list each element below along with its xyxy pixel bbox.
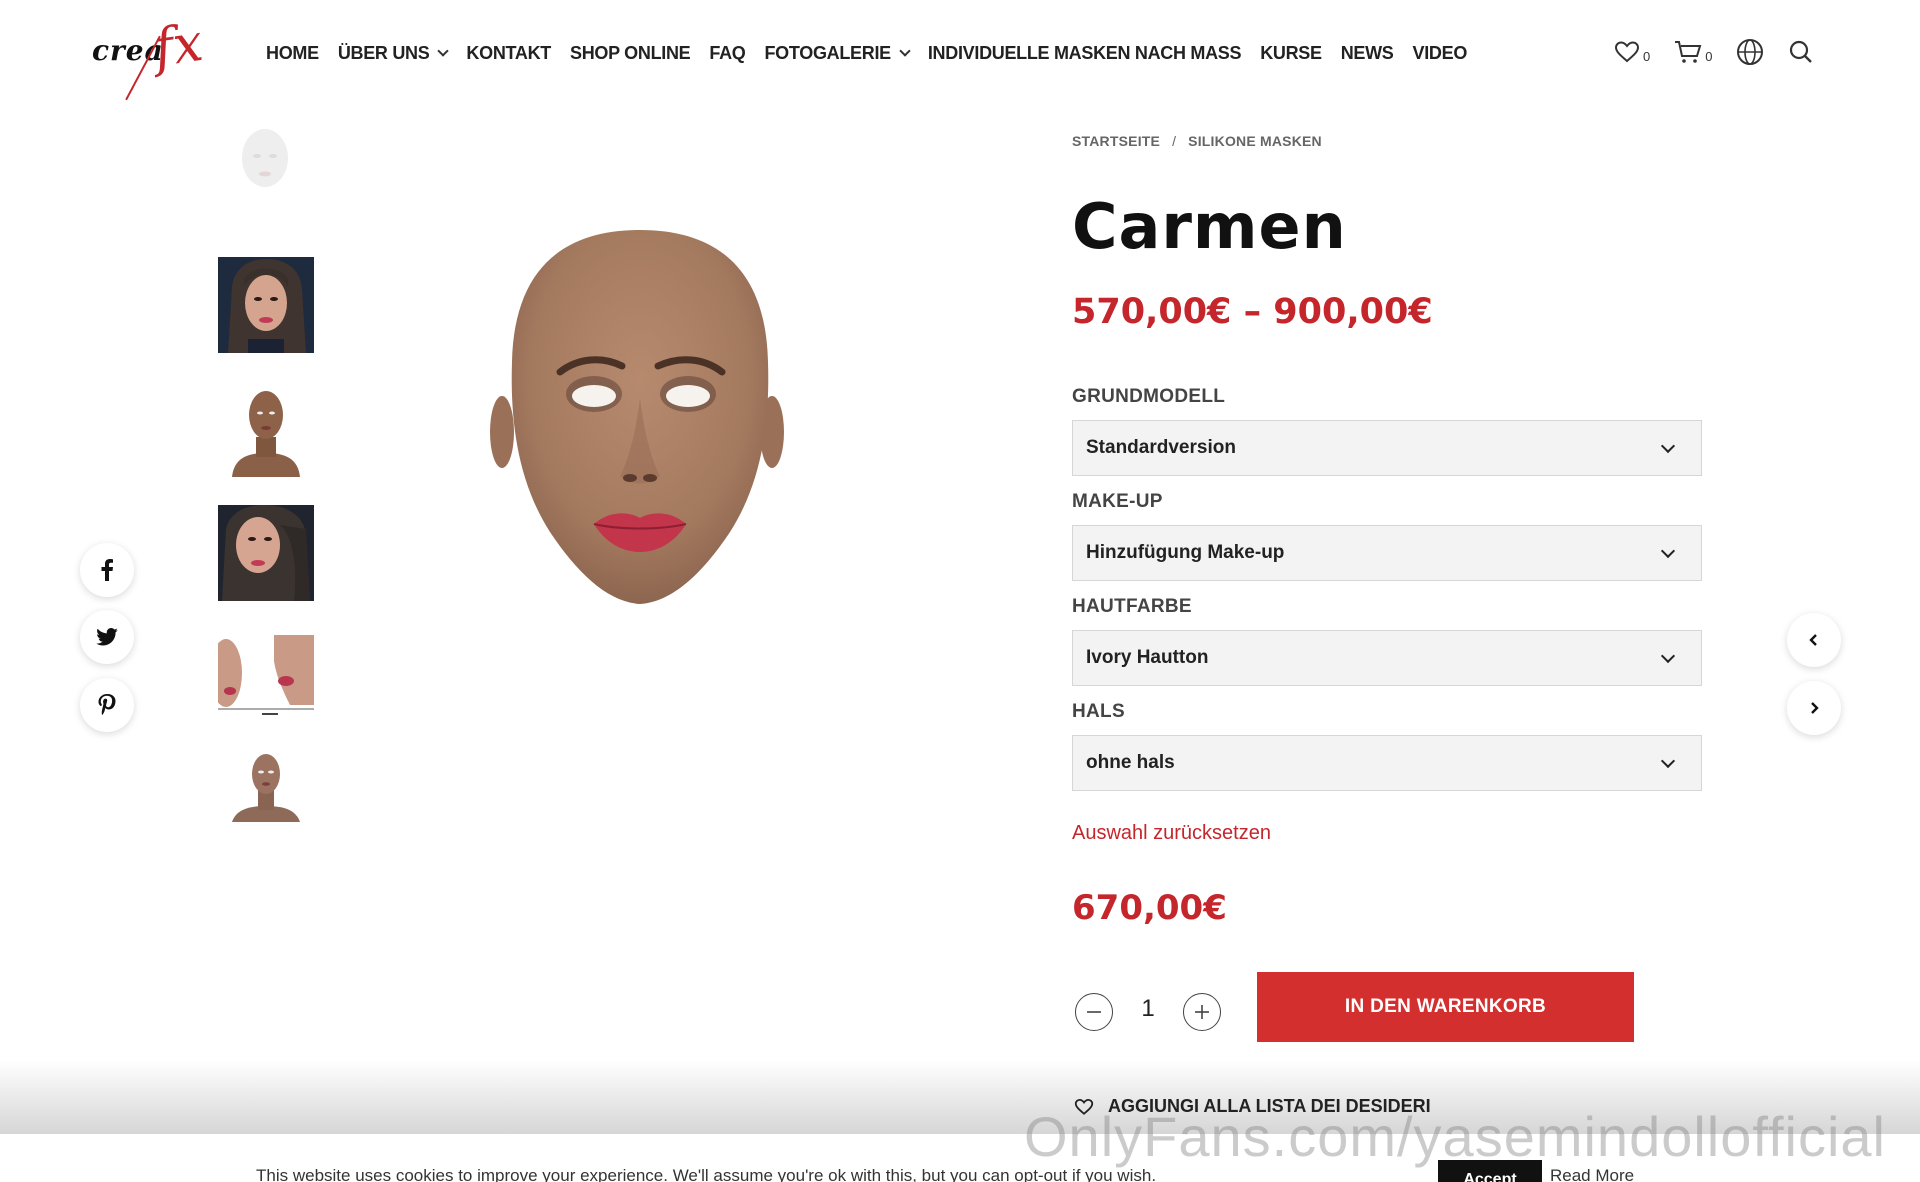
facebook-icon [101,559,113,581]
quantity-decrease-button[interactable] [1075,993,1113,1031]
nav-kontakt[interactable]: KONTAKT [466,43,551,64]
breadcrumb-separator: / [1172,133,1177,149]
logo-fx: fx [150,12,207,80]
wishlist-link[interactable]: 0 [1614,40,1650,64]
chevron-down-icon [1660,648,1676,664]
select-make-up-value: Hinzufügung Make-up [1086,542,1285,563]
nav-fotogalerie-label: FOTOGALERIE [764,43,891,63]
select-grundmodell-value: Standardversion [1086,437,1236,458]
nav-kontakt-label: KONTAKT [466,43,551,63]
thumbnail-mask-small-bust[interactable] [218,750,314,846]
variation-label-make-up: MAKE-UP [1072,491,1163,512]
heart-icon [1614,41,1640,63]
nav-fotogalerie[interactable]: FOTOGALERIE [764,43,911,64]
nav-kurse-label: KURSE [1260,43,1322,63]
thumbnail-mask-detail-sheet[interactable] [218,635,314,731]
previous-product-button[interactable] [1787,613,1841,667]
wishlist-count: 0 [1643,49,1651,64]
nav-shop-online-label: SHOP ONLINE [569,43,691,63]
variation-price: 670,00€ [1072,888,1227,928]
cart-count: 0 [1705,49,1713,64]
search-button[interactable] [1788,39,1814,65]
breadcrumb-category[interactable]: SILIKONE MASKEN [1188,133,1322,149]
share-twitter[interactable] [80,610,134,664]
chevron-right-icon [1811,702,1819,714]
select-hals[interactable]: ohne hals [1072,735,1702,791]
nav-home-label: HOME [266,43,319,63]
cart-icon [1675,41,1702,63]
cart-link[interactable]: 0 [1674,40,1712,64]
breadcrumb: STARTSEITE / SILIKONE MASKEN [1072,133,1322,149]
nav-shop-online[interactable]: SHOP ONLINE [569,43,691,64]
nav-news[interactable]: NEWS [1341,43,1394,64]
variation-label-grundmodell: GRUNDMODELL [1072,386,1226,407]
price-range: 570,00€ – 900,00€ [1072,292,1433,332]
cookie-text: This website uses cookies to improve you… [256,1166,1157,1182]
chevron-down-icon [1660,543,1676,559]
share-pinterest[interactable] [80,678,134,732]
thumbnail-mask-bust[interactable] [218,381,314,477]
plus-icon [1195,1005,1209,1019]
select-make-up[interactable]: Hinzufügung Make-up [1072,525,1702,581]
chevron-left-icon [1809,634,1817,646]
chevron-down-icon [437,45,450,57]
select-hautfarbe[interactable]: Ivory Hautton [1072,630,1702,686]
nav-faq[interactable]: FAQ [709,43,745,64]
select-hautfarbe-value: Ivory Hautton [1086,647,1209,668]
variation-label-hautfarbe: HAUTFARBE [1072,596,1192,617]
site-logo[interactable]: crea fx [92,12,222,101]
language-switcher[interactable] [1736,38,1764,66]
thumbnail-woman-wig-front[interactable] [218,257,314,353]
nav-video-label: VIDEO [1412,43,1468,63]
add-to-cart-button[interactable]: IN DEN WARENKORB [1257,972,1634,1042]
next-product-button[interactable] [1787,681,1841,735]
select-grundmodell[interactable]: Standardversion [1072,420,1702,476]
nav-individuelle-masken[interactable]: INDIVIDUELLE MASKEN NACH MASS [927,43,1242,64]
chevron-down-icon [1660,438,1676,454]
reset-variations-link[interactable]: Auswahl zurücksetzen [1072,822,1271,845]
watermark: OnlyFans.com/yasemindollofficial [1024,1105,1886,1168]
nav-ueber-uns-label: ÜBER UNS [337,43,430,63]
select-hals-value: ohne hals [1086,752,1175,773]
breadcrumb-home[interactable]: STARTSEITE [1072,133,1160,149]
chevron-down-icon [1660,753,1676,769]
nav-news-label: NEWS [1340,43,1394,63]
product-title: Carmen [1072,190,1347,263]
search-icon [1790,40,1813,63]
thumbnail-mask-white[interactable] [218,112,314,208]
globe-icon [1737,39,1764,65]
pinterest-icon [98,694,116,716]
nav-video[interactable]: VIDEO [1413,43,1468,64]
nav-kurse[interactable]: KURSE [1260,43,1322,64]
twitter-icon [96,628,118,646]
variation-label-hals: HALS [1072,701,1125,722]
nav-home[interactable]: HOME [266,43,319,64]
main-nav: HOME ÜBER UNS KONTAKT SHOP ONLINE FAQ FO… [266,43,1486,64]
nav-ueber-uns[interactable]: ÜBER UNS [337,43,450,64]
quantity-input[interactable]: 1 [1128,995,1168,1023]
chevron-down-icon [899,45,911,57]
nav-faq-label: FAQ [709,43,746,63]
quantity-increase-button[interactable] [1183,993,1221,1031]
main-product-image[interactable] [490,222,790,612]
share-facebook[interactable] [80,543,134,597]
thumbnail-woman-wig-side[interactable] [218,505,314,601]
nav-individuelle-masken-label: INDIVIDUELLE MASKEN NACH MASS [927,43,1242,63]
header-icons: 0 0 [1614,38,1838,66]
site-header: crea fx HOME ÜBER UNS KONTAKT SHOP ONLIN… [0,0,1920,110]
minus-icon [1087,1011,1101,1013]
